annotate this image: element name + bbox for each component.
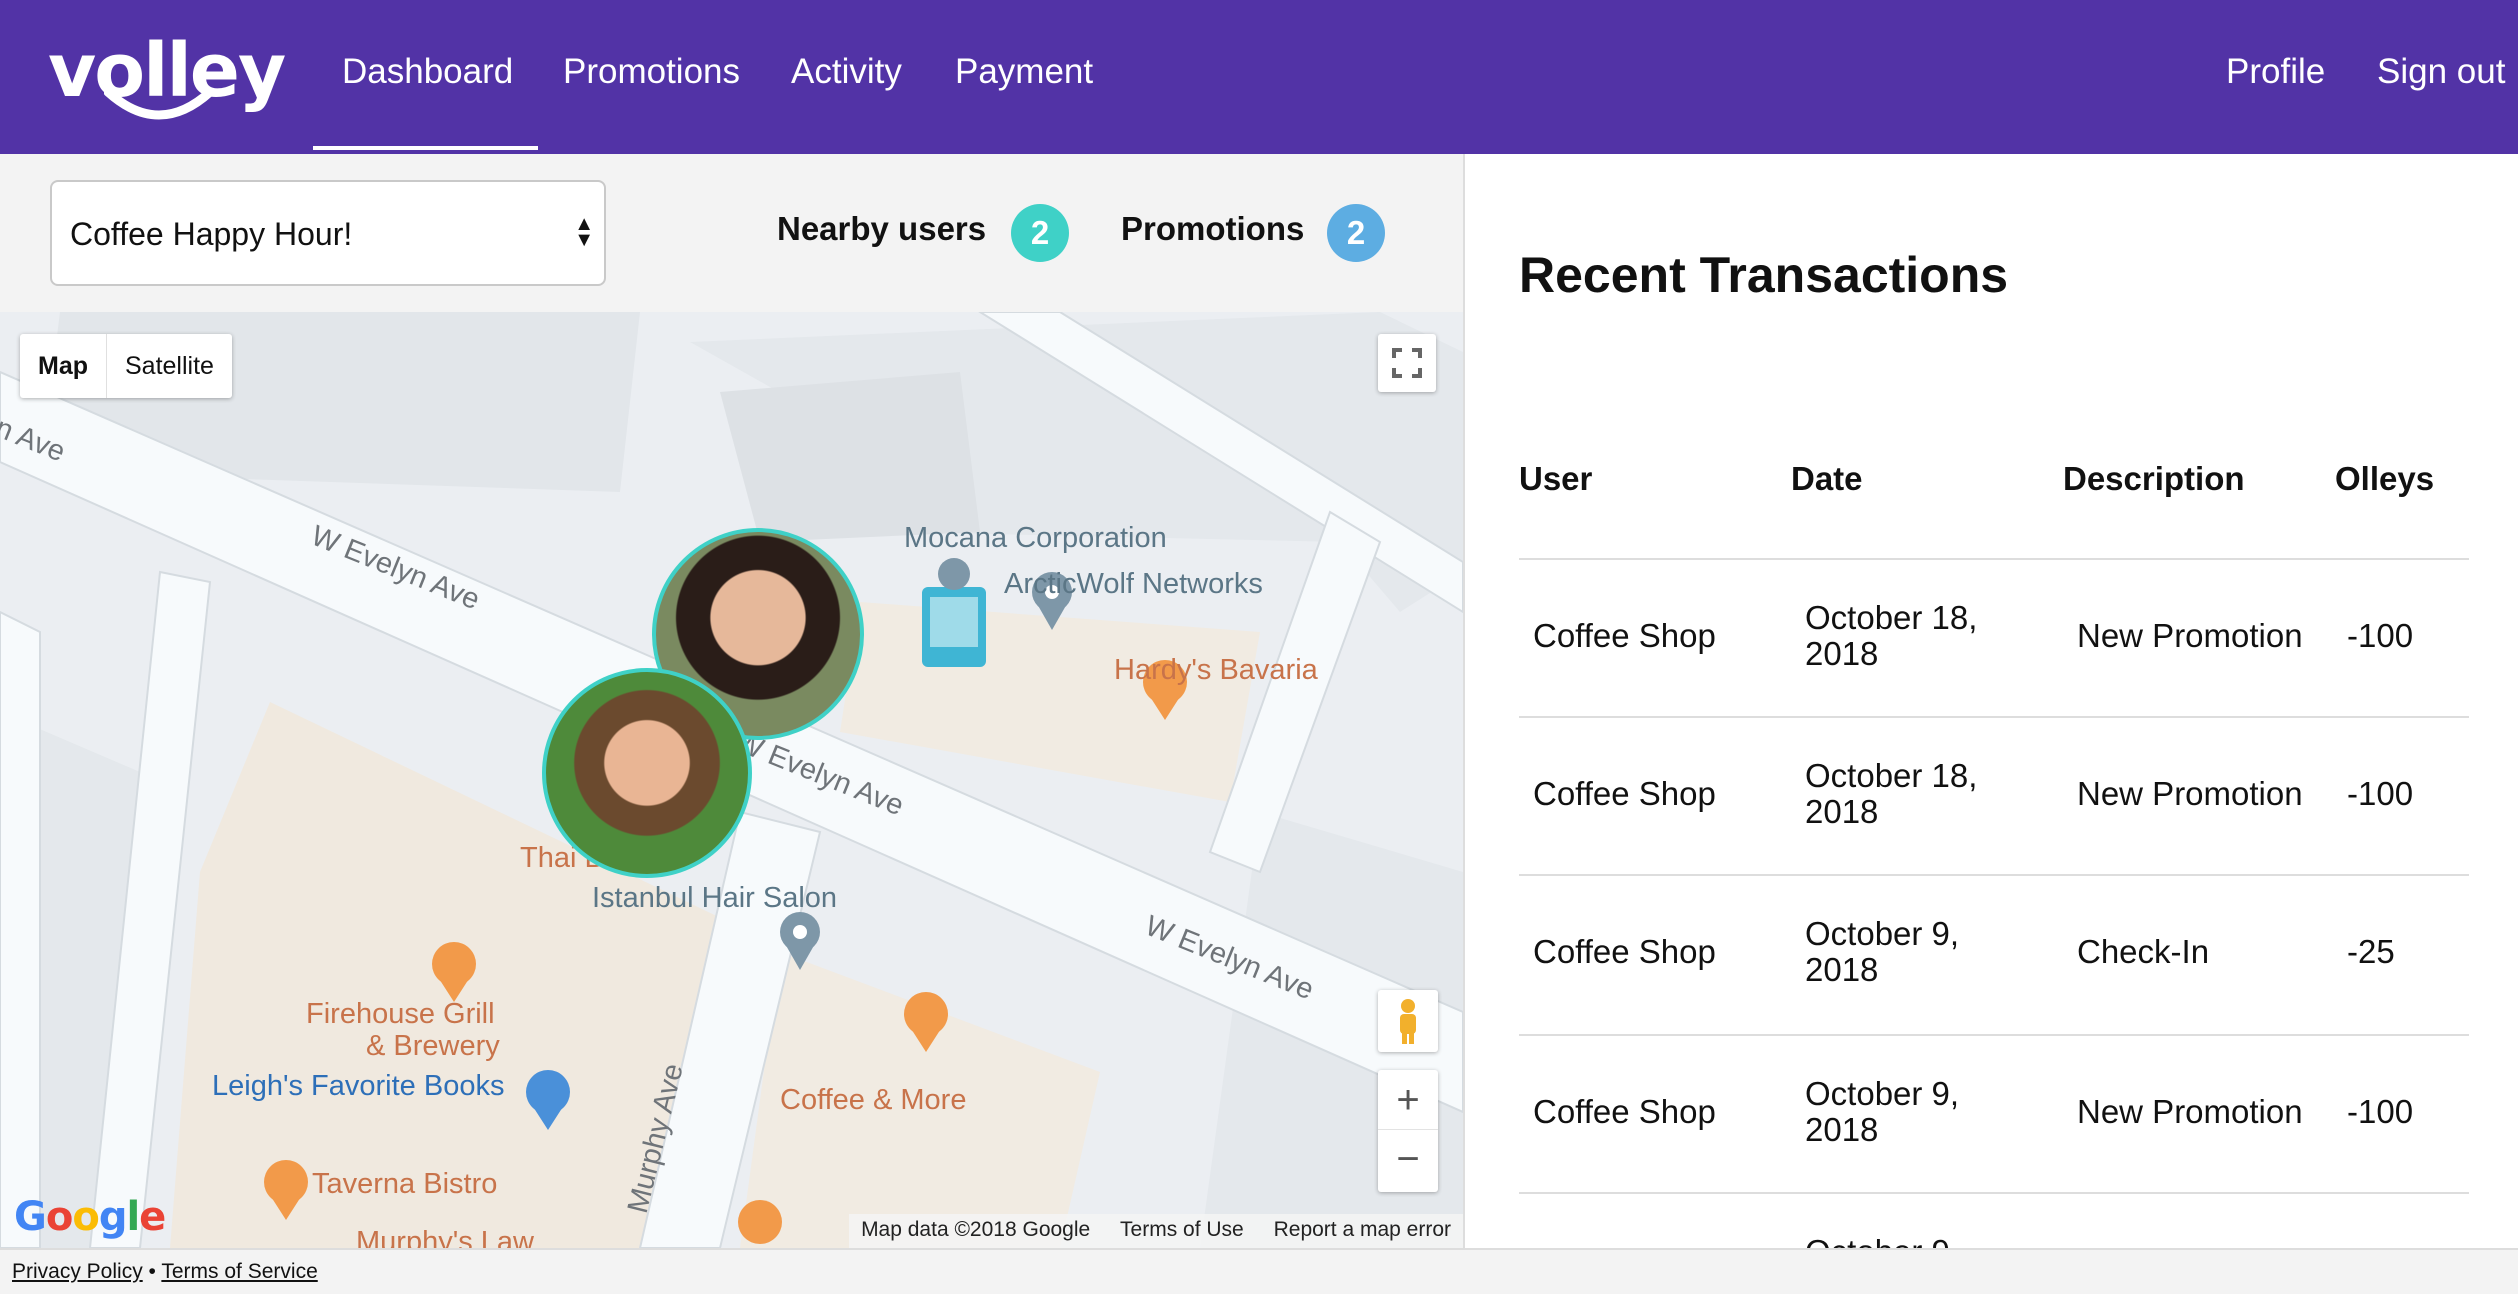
column-header-description: Description [2063,460,2245,497]
map-attribution: Map data ©2018 Google Terms of Use Repor… [849,1214,1463,1248]
terms-of-service-link[interactable]: Terms of Service [161,1260,317,1283]
transactions-panel: Recent Transactions User Date Descriptio… [1467,154,2518,1270]
nav-sign-out[interactable]: Sign out [2377,52,2505,92]
promotions-label: Promotions [1121,210,1305,247]
column-header-olleys: Olleys [2335,460,2435,497]
cell-olleys: -25 [2347,933,2395,970]
poi-firehouse-grill[interactable]: Firehouse Grill [306,998,495,1031]
cell-date-line-2: 2018 [1805,793,1879,830]
poi-firehouse-brewery: & Brewery [366,1030,500,1062]
table-divider [1519,716,2469,718]
poi-arcticwolf[interactable]: ArcticWolf Networks [1004,568,1263,601]
fullscreen-icon [1392,348,1422,378]
cell-user: Coffee Shop [1533,1093,1716,1130]
cell-user: Coffee Shop [1533,617,1716,654]
promotion-select[interactable]: Coffee Happy Hour! ▲ ▼ [50,180,606,286]
nav-profile[interactable]: Profile [2226,52,2325,92]
page-title: Recent Transactions [1519,247,2009,303]
zoom-in-button[interactable]: + [1378,1070,1438,1130]
column-header-date: Date [1791,460,1863,497]
google-logo: Google [14,1194,166,1240]
nav-promotions[interactable]: Promotions [563,52,740,92]
table-divider [1519,1192,2469,1194]
map-type-map-button[interactable]: Map [20,334,107,398]
cell-description: New Promotion [2077,1093,2303,1130]
table-divider [1519,874,2469,876]
select-arrows-icon: ▲ ▼ [574,213,594,251]
map-panel: Coffee Happy Hour! ▲ ▼ Nearby users 2 Pro… [0,154,1465,1248]
zoom-out-button[interactable]: − [1378,1130,1438,1190]
poi-hardys-bavaria[interactable]: Hardy's Bavaria [1114,654,1318,687]
pegman-icon [1400,999,1416,1044]
cell-date-line-2: 2018 [1805,635,1879,672]
cell-description: New Promotion [2077,617,2303,654]
page-footer: Privacy Policy • Terms of Service [0,1248,2518,1294]
cell-date-line-1: October 9, [1805,1075,1960,1112]
poi-mocana[interactable]: Mocana Corporation [904,522,1167,555]
cell-date-line-1: October 9, [1805,915,1960,952]
poi-leighs-favorite-books[interactable]: Leigh's Favorite Books [212,1070,504,1103]
table-divider [1519,558,2469,560]
cell-description: Check-In [2077,933,2210,970]
cell-user: Coffee Shop [1533,775,1716,812]
promotion-select-value: Coffee Happy Hour! [70,216,353,252]
poi-murphys-law[interactable]: Murphy's Law [356,1226,534,1248]
nearby-users-label: Nearby users [777,210,987,247]
building-icon [922,558,986,667]
cell-description: New Promotion [2077,775,2303,812]
map-terms-link[interactable]: Terms of Use [1108,1214,1256,1246]
map-report-error-link[interactable]: Report a map error [1262,1214,1463,1246]
logo-smile-icon [104,87,214,120]
map-type-control: Map Satellite [20,334,232,398]
cell-date-line-2: 2018 [1805,1111,1879,1148]
poi-coffee-and-more[interactable]: Coffee & More [780,1084,966,1117]
cell-date-line-2: 2018 [1805,951,1879,988]
fullscreen-button[interactable] [1378,334,1436,392]
zoom-control: + − [1378,1070,1438,1192]
map-type-satellite-button[interactable]: Satellite [107,334,232,398]
nav-payment[interactable]: Payment [955,52,1093,92]
promotions-badge: 2 [1327,204,1385,262]
poi-taverna-bistro[interactable]: Taverna Bistro [312,1168,497,1201]
pegman-button[interactable] [1378,990,1438,1052]
footer-separator: • [148,1260,156,1283]
cell-date-line-1: October 18, [1805,599,1978,636]
nav-active-indicator [313,146,538,150]
user-avatar-2[interactable] [542,668,752,878]
cell-user: Coffee Shop [1533,933,1716,970]
nearby-users-badge: 2 [1011,204,1069,262]
map-data-text: Map data ©2018 Google [861,1218,1091,1241]
map-canvas[interactable]: n Ave W Evelyn Ave W Evelyn Ave W Evelyn… [0,312,1463,1248]
volley-logo[interactable]: volley [48,28,286,128]
cell-date-line-1: October 18, [1805,757,1978,794]
privacy-policy-link[interactable]: Privacy Policy [12,1260,143,1283]
poi-istanbul-hair-salon[interactable]: Istanbul Hair Salon [592,882,837,915]
nav-activity[interactable]: Activity [791,52,902,92]
cell-olleys: -100 [2347,1093,2414,1130]
nav-dashboard[interactable]: Dashboard [342,52,513,92]
restaurant-icon [738,1200,782,1244]
table-divider [1519,1034,2469,1036]
cell-olleys: -100 [2347,775,2414,812]
column-header-user: User [1519,460,1593,497]
cell-olleys: -100 [2347,617,2414,654]
top-nav: volley Dashboard Promotions Activity Pay… [0,0,2518,154]
